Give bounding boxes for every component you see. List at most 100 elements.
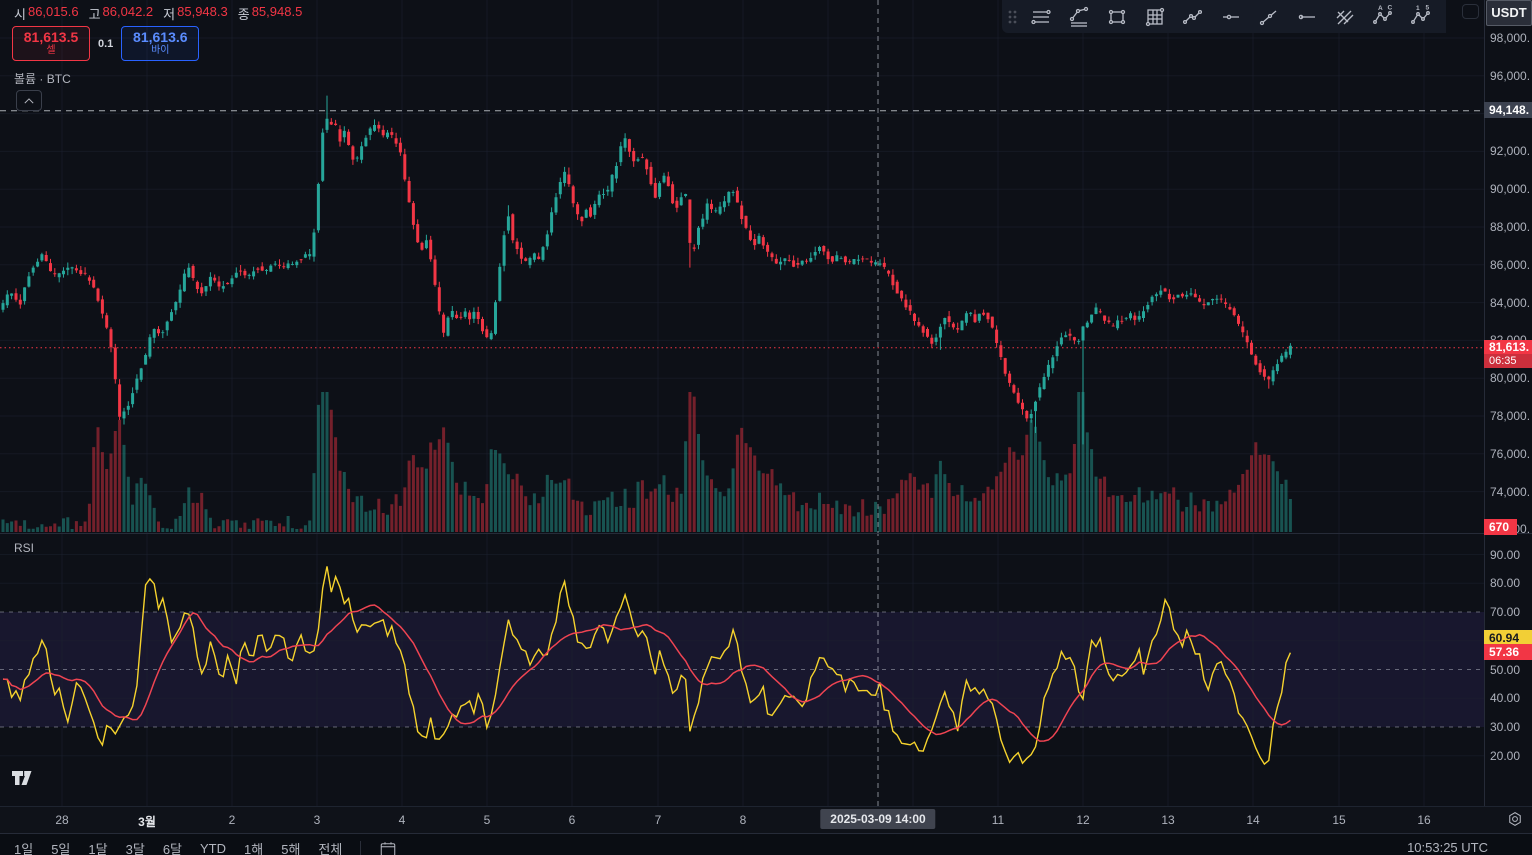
time-axis-label: 8 (739, 813, 747, 827)
xabcd-pattern-tool-button[interactable]: AC (1364, 2, 1402, 32)
time-axis-label: 3 (313, 813, 321, 827)
rsi-axis-label: 40.00 (1490, 691, 1521, 705)
rsi-axis-label: 90.00 (1490, 548, 1521, 562)
buy-price: 81,613.6 (133, 29, 188, 45)
ohlc-legend: 시 86,015.6 고 86,042.2 저 85,948.3 종 85,948.5 (14, 4, 302, 23)
calendar-icon[interactable] (379, 840, 397, 855)
time-axis-label: 11 (991, 813, 1005, 827)
svg-text:A: A (1378, 5, 1383, 12)
price-axis-label: 98,000. (1490, 31, 1531, 45)
order-panel: 81,613.5 셀 0.1 81,613.6 바이 (12, 26, 200, 61)
rsi-axis-label: 30.00 (1490, 720, 1521, 734)
sell-side-label: 셀 (46, 45, 56, 56)
ohlc-legend-item: 종 85,948.5 (238, 4, 303, 23)
rectangle-icon (1108, 9, 1126, 24)
range-button-1해[interactable]: 1해 (244, 839, 263, 855)
polyline-icon (1069, 6, 1089, 27)
price-axis-label: 74,000. (1490, 485, 1531, 499)
ohlc-label: 종 (237, 7, 250, 22)
bottom-bar-divider (360, 840, 362, 855)
crosshair-date-badge: 2025-03-09 14:00 (820, 809, 936, 829)
last-price-value: 81,613. (1489, 340, 1530, 354)
ohlc-value: 86,042.2 (102, 4, 154, 19)
time-axis-label: 12 (1076, 813, 1090, 827)
axis-settings-gear-icon[interactable] (1506, 810, 1526, 830)
elliott-wave-tool-button[interactable]: 15 (1402, 2, 1440, 32)
ohlc-value: 85,948.3 (177, 4, 228, 19)
buy-button[interactable]: 81,613.6 바이 (121, 26, 200, 61)
range-button-YTD[interactable]: YTD (200, 841, 226, 855)
time-axis-label: 15 (1332, 813, 1346, 827)
time-axis-label: 2 (228, 813, 236, 827)
chevron-up-icon (24, 97, 34, 103)
price-axis-label: 90,000. (1490, 182, 1531, 196)
rsi-axis-label: 20.00 (1490, 749, 1521, 763)
trend-line-icon (1259, 10, 1277, 25)
toolbar-drag-handle-icon[interactable] (1006, 7, 1020, 27)
elliott-wave-icon: 15 (1411, 5, 1430, 24)
pitchfork-tool-button[interactable] (1326, 2, 1364, 32)
price-axis[interactable]: USDT 98,000. 96,000. 92,000. 90,000. 88,000.… (1484, 0, 1532, 806)
range-button-1달[interactable]: 1달 (88, 839, 107, 855)
svg-text:5: 5 (1426, 5, 1430, 12)
utc-clock: 10:53:25 UTC (1407, 840, 1488, 855)
price-axis-label: 78,000. (1490, 409, 1531, 423)
price-axis-label: 84,000. (1490, 296, 1531, 310)
ohlc-value: 85,948.5 (251, 4, 303, 19)
price-axis-label: 80,000. (1490, 371, 1531, 385)
collapse-legend-button[interactable] (16, 90, 42, 111)
time-axis-label: 16 (1417, 813, 1431, 827)
parallel-channel-tool-button[interactable] (1022, 2, 1060, 32)
rectangle-tool-button[interactable] (1098, 2, 1136, 32)
ohlc-label: 고 (88, 7, 101, 22)
fib-grid-icon (1145, 7, 1165, 26)
range-button-3달[interactable]: 3달 (126, 839, 145, 855)
collapsed-panel-button[interactable] (1462, 4, 1479, 19)
trend-line-tool-button[interactable] (1250, 2, 1288, 32)
last-price-badge: 81,613. 06:35 (1484, 340, 1532, 368)
svg-text:C: C (1388, 5, 1393, 12)
ohlc-value: 86,015.6 (27, 4, 79, 19)
ohlc-label: 시 (14, 7, 26, 22)
range-button-5해[interactable]: 5해 (281, 839, 300, 855)
disjoint-channel-tool-button[interactable] (1174, 2, 1212, 32)
fib-grid-tool-button[interactable] (1136, 2, 1174, 32)
time-axis-label: 6 (568, 813, 576, 827)
horizontal-ray-icon (1298, 14, 1315, 19)
rsi-axis-label: 70.00 (1490, 605, 1521, 619)
svg-text:1: 1 (1416, 5, 1420, 12)
sell-button[interactable]: 81,613.5 셀 (12, 26, 90, 61)
range-button-전체[interactable]: 전체 (318, 839, 342, 855)
tradingview-logo-icon[interactable] (8, 768, 38, 788)
horizontal-ray-tool-button[interactable] (1288, 2, 1326, 32)
price-axis-label: 96,000. (1490, 69, 1531, 83)
trading-chart-app: 시 86,015.6 고 86,042.2 저 85,948.3 종 85,948.5 81,… (0, 0, 1532, 855)
time-axis-label: 4 (398, 813, 406, 827)
polyline-tool-button[interactable] (1060, 2, 1098, 32)
volume-study-label: 볼륨 · BTC (14, 72, 71, 86)
price-axis-label: 88,000. (1490, 220, 1531, 234)
time-axis-label: 5 (483, 813, 491, 827)
price-axis-label: 76,000. (1490, 447, 1531, 461)
ohlc-label: 저 (163, 7, 176, 22)
chart-canvas[interactable] (0, 0, 1484, 806)
range-buttons: 1일 5일 1달 3달 6달 YTD 1해 5해 전체 (14, 839, 397, 855)
range-button-1일[interactable]: 1일 (14, 839, 33, 855)
price-axis-label: 92,000. (1490, 144, 1531, 158)
range-button-5일[interactable]: 5일 (51, 839, 70, 855)
horizontal-line-tool-button[interactable] (1212, 2, 1250, 32)
time-axis-label: 28 (55, 813, 69, 827)
time-axis[interactable]: 28 3월 2 3 4 5 6 7 8 11 12 13 14 15 16 2025-03-09 14:00 (0, 806, 1532, 833)
volume-value-badge: 670 (1484, 519, 1517, 535)
range-button-6달[interactable]: 6달 (163, 839, 182, 855)
time-axis-label: 13 (1161, 813, 1175, 827)
currency-toggle-button[interactable]: USDT (1486, 0, 1532, 26)
sell-price: 81,613.5 (23, 29, 79, 45)
volume-bars (1, 392, 1292, 532)
time-axis-label: 3월 (138, 815, 156, 829)
pane-separator[interactable] (0, 533, 1532, 534)
rsi-axis-label: 80.00 (1490, 576, 1521, 590)
rsi-ma-value-badge: 57.36 (1484, 644, 1532, 660)
rsi-axis-label: 50.00 (1490, 663, 1521, 677)
xabcd-pattern-icon: AC (1373, 5, 1393, 24)
